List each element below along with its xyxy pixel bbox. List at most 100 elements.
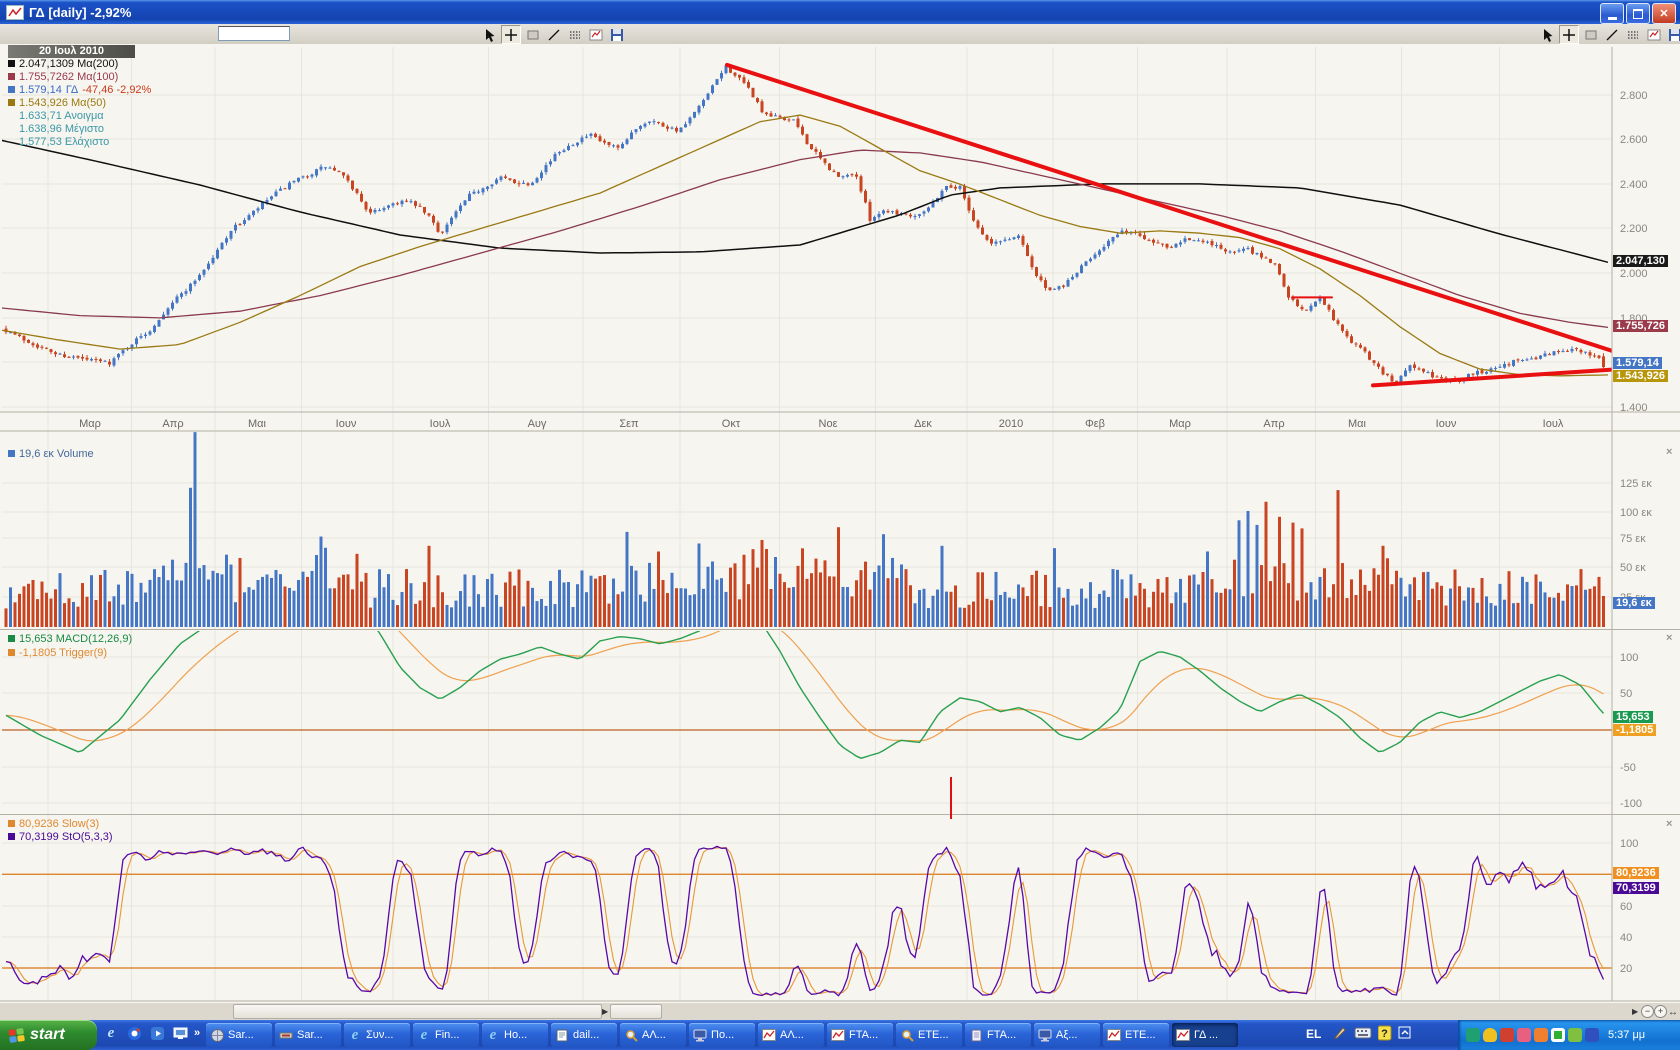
ie-icon: e — [417, 1029, 431, 1042]
green-leaf-icon[interactable] — [1568, 1028, 1582, 1042]
minimize-button[interactable] — [1600, 3, 1624, 24]
line-tool-icon[interactable] — [545, 26, 563, 43]
red-ball-x-icon[interactable] — [1500, 1028, 1514, 1042]
pointer-icon[interactable] — [480, 26, 498, 43]
close-button[interactable]: ✕ — [1652, 3, 1676, 24]
taskbar-button-πο[interactable]: Πο... — [689, 1023, 755, 1047]
ma50-marker-icon — [8, 99, 15, 106]
price-chart[interactable]: 2.8002.6002.4002.2002.0001.8001.6001.400… — [0, 44, 1680, 1003]
chart-window-icon[interactable] — [587, 26, 605, 43]
taskbar-clock[interactable]: 5:37 μμ — [1608, 1029, 1645, 1041]
green-circle-icon[interactable] — [1551, 1028, 1565, 1042]
plus-icon[interactable] — [1559, 25, 1579, 44]
media-player-icon[interactable] — [148, 1024, 166, 1042]
taskbar-button-sar[interactable]: Sar... — [275, 1023, 341, 1047]
legend-ma50: 1.543,926 Μα(50) — [8, 96, 106, 109]
toolbar-input[interactable] — [218, 26, 290, 41]
ie-mail-icon[interactable] — [125, 1024, 143, 1042]
start-button[interactable]: start — [0, 1020, 97, 1050]
ma50-value-tag: 1.543,926 — [1613, 370, 1668, 382]
line-tool-icon[interactable] — [1603, 26, 1621, 43]
orange-notes-icon[interactable] — [1534, 1028, 1548, 1042]
stoch-panel-close-icon[interactable]: × — [1666, 819, 1676, 829]
monitor-icon — [693, 1029, 707, 1042]
y-axis-label: 100 εκ — [1620, 507, 1652, 519]
y-axis-label: 20 — [1620, 963, 1632, 975]
restore-button[interactable] — [1626, 3, 1650, 24]
taskbar-button-fta[interactable]: FTA... — [827, 1023, 893, 1047]
yellow-warning-icon[interactable] — [1483, 1028, 1497, 1042]
x-axis-month-label: Μαρ — [79, 418, 101, 430]
chart-icon — [1176, 1029, 1190, 1042]
hscroll-right-arrow-icon[interactable]: ▶ — [1632, 1007, 1638, 1016]
green-shield-x-icon[interactable] — [1466, 1028, 1480, 1042]
legend-low: 1.577,53 Ελάχιστο — [8, 135, 109, 148]
taskbar-button-συν[interactable]: eΣυν... — [344, 1023, 410, 1047]
app-chart-icon — [6, 5, 24, 20]
x-axis-month-label: Μαι — [1348, 418, 1367, 430]
red-annotation-line — [950, 777, 952, 819]
window-title: ΓΔ [daily] -2,92% — [29, 5, 131, 20]
y-axis-label: 2.000 — [1620, 268, 1648, 280]
grid-dots-icon[interactable] — [566, 26, 584, 43]
hscroll-thumb2[interactable] — [610, 1004, 662, 1019]
taskbar-button-fta[interactable]: FTA... — [965, 1023, 1031, 1047]
chart-background — [0, 44, 1680, 1003]
save-icon[interactable] — [1666, 26, 1680, 43]
pen-icon[interactable] — [1332, 1025, 1348, 1041]
blue-phone-icon[interactable] — [1585, 1028, 1599, 1042]
legend-trigger: -1,1805 Trigger(9) — [8, 646, 107, 659]
x-axis-month-label: 2010 — [999, 418, 1023, 430]
taskbar-button-αλ[interactable]: ΑΛ... — [620, 1023, 686, 1047]
taskbar-button-dail[interactable]: dail... — [551, 1023, 617, 1047]
language-indicator[interactable]: EL — [1306, 1027, 1321, 1041]
taskbar-button-sar[interactable]: Sar... — [206, 1023, 272, 1047]
slow-value-tag: 80,9236 — [1613, 867, 1659, 879]
quick-launch-overflow-icon[interactable]: » — [194, 1027, 200, 1039]
show-desktop-icon[interactable] — [171, 1024, 189, 1042]
legend-sto: 70,3199 StO(5,3,3) — [8, 830, 113, 843]
monitor-icon — [1038, 1029, 1052, 1042]
chart-hscrollbar[interactable]: ▶ ▶ − + ↔ — [0, 1002, 1680, 1021]
help-icon[interactable]: ? — [1378, 1025, 1392, 1041]
zoom-out-button[interactable]: − — [1641, 1005, 1654, 1018]
legend-volume: 19,6 εκ Volume — [8, 447, 94, 460]
volume-panel-close-icon[interactable]: × — [1666, 447, 1676, 457]
fit-width-icon[interactable]: ↔ — [1668, 1007, 1678, 1018]
plus-icon[interactable] — [501, 25, 521, 44]
taskbar-button-ete[interactable]: ETE... — [1103, 1023, 1169, 1047]
x-axis-month-label: Δεκ — [914, 418, 932, 430]
x-axis-month-label: Σεπ — [619, 418, 639, 430]
macd-panel-close-icon[interactable]: × — [1666, 633, 1676, 643]
tray-icons — [1466, 1028, 1599, 1042]
zoom-in-button[interactable]: + — [1654, 1005, 1667, 1018]
save-icon[interactable] — [608, 26, 626, 43]
keyboard-icon[interactable] — [1354, 1026, 1372, 1040]
ie-icon[interactable]: e — [102, 1024, 120, 1042]
taskbar-button-ho[interactable]: eHo... — [482, 1023, 548, 1047]
y-axis-label: 2.800 — [1620, 90, 1648, 102]
taskbar-button-ete[interactable]: ETE... — [896, 1023, 962, 1047]
pink-mail-icon[interactable] — [1517, 1028, 1531, 1042]
y-axis-label: 100 — [1620, 652, 1638, 664]
taskbar-button-αλ[interactable]: ΑΛ... — [758, 1023, 824, 1047]
legend-ma200: 2.047,1309 Μα(200) — [8, 57, 118, 70]
grid-dots-icon[interactable] — [1624, 26, 1642, 43]
legend-last-price: 1.579,14 ΓΔ -47,46 -2,92% — [8, 83, 151, 96]
taskbar-button-fin[interactable]: eFin... — [413, 1023, 479, 1047]
magnifier-icon — [624, 1029, 638, 1042]
chart-icon — [831, 1029, 845, 1042]
ie-icon: e — [348, 1029, 362, 1042]
undock-chevron-icon[interactable] — [1398, 1026, 1412, 1040]
y-axis-label: 50 — [1620, 688, 1632, 700]
taskbar-button-γδ[interactable]: ΓΔ ... — [1172, 1023, 1238, 1047]
taskbar-button-αξ[interactable]: Αξ... — [1034, 1023, 1100, 1047]
rect-select-icon[interactable] — [524, 26, 542, 43]
pointer-icon[interactable] — [1538, 26, 1556, 43]
ie-icon: e — [486, 1029, 500, 1042]
hscroll-arrow-icon[interactable]: ▶ — [602, 1007, 608, 1016]
ma100-value-tag: 1.755,726 — [1613, 320, 1668, 332]
rect-select-icon[interactable] — [1582, 26, 1600, 43]
hscroll-thumb[interactable] — [233, 1004, 602, 1019]
chart-window-icon[interactable] — [1645, 26, 1663, 43]
